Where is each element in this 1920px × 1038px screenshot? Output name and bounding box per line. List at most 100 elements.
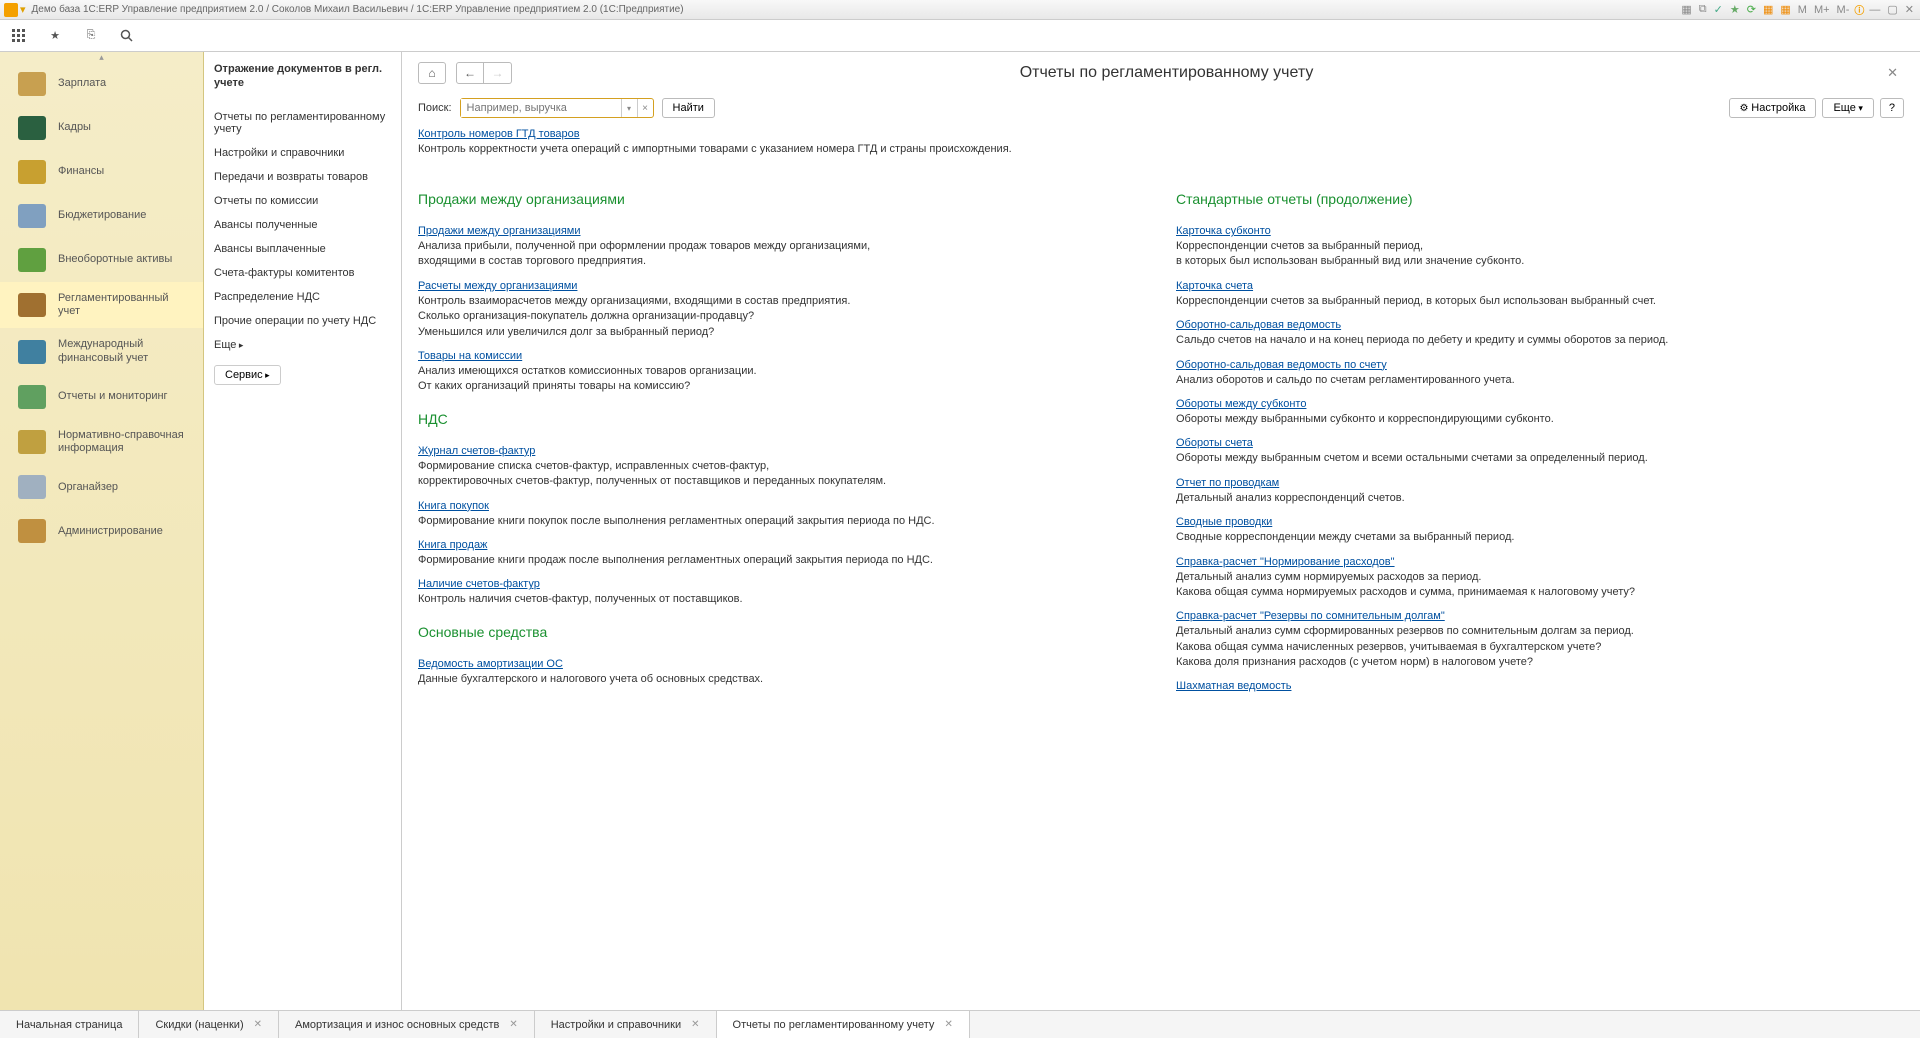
tb-icon-4[interactable]: ★ [1728,3,1742,16]
report-link[interactable]: Продажи между организациями [418,225,581,237]
mem-m[interactable]: M [1796,4,1809,16]
report-link[interactable]: Справка-расчет "Нормирование расходов" [1176,556,1395,568]
sidebar-item-admin[interactable]: Администрирование [0,509,203,553]
sidebar-item-salary[interactable]: Зарплата [0,62,203,106]
report-link[interactable]: Наличие счетов-фактур [418,578,540,590]
info-icon[interactable]: ⓘ [1854,2,1864,17]
apps-icon[interactable] [10,27,28,45]
tab-close-icon[interactable]: ✕ [691,1019,699,1030]
search-icon[interactable] [118,27,136,45]
service-button[interactable]: Сервис [214,365,281,385]
sidebar-item-organizer[interactable]: Органайзер [0,465,203,509]
tb-icon-1[interactable]: ▦ [1679,3,1693,16]
sidebar-item-label: Международный финансовый учет [58,338,193,364]
report-link[interactable]: Оборотно-сальдовая ведомость [1176,319,1341,331]
subpanel-link[interactable]: Авансы выплаченные [214,237,391,261]
minimize-button[interactable]: — [1867,4,1882,16]
tb-icon-5[interactable]: ⟳ [1745,3,1758,16]
page-title: Отчеты по регламентированному учету [522,64,1811,82]
tb-icon-2[interactable]: ⧉ [1697,3,1709,16]
regulated-icon [18,293,46,317]
tab[interactable]: Амортизация и износ основных средств✕ [279,1011,535,1038]
sidebar-item-label: Кадры [58,121,91,134]
sidebar-item-intl[interactable]: Международный финансовый учет [0,328,203,374]
help-button[interactable]: ? [1880,98,1904,118]
sidebar-item-reports[interactable]: Отчеты и мониторинг [0,375,203,419]
report-link[interactable]: Обороты счета [1176,437,1253,449]
section-title: Продажи между организациями [418,191,1146,207]
report-link[interactable]: Книга продаж [418,539,487,551]
sidebar-collapse[interactable]: ▴ [0,52,203,62]
mem-mplus[interactable]: M+ [1812,4,1832,16]
tab[interactable]: Настройки и справочники✕ [535,1011,717,1038]
tab[interactable]: Начальная страница [0,1011,139,1038]
sidebar-item-label: Бюджетирование [58,209,146,222]
report-link[interactable]: Журнал счетов-фактур [418,445,535,457]
sidebar-item-finance[interactable]: Финансы [0,150,203,194]
report-link[interactable]: Товары на комиссии [418,350,522,362]
mem-mminus[interactable]: M- [1835,4,1852,16]
report-desc: Формирование списка счетов-фактур, испра… [418,459,1146,490]
subpanel-link[interactable]: Передачи и возвраты товаров [214,165,391,189]
history-icon[interactable]: ⎘ [82,27,100,45]
subpanel-link[interactable]: Прочие операции по учету НДС [214,309,391,333]
favorites-icon[interactable]: ★ [46,27,64,45]
sidebar-item-budget[interactable]: Бюджетирование [0,194,203,238]
close-button[interactable]: ✕ [1903,3,1916,16]
sidebar-item-regulated[interactable]: Регламентированный учет [0,282,203,328]
forward-button[interactable]: → [484,62,512,84]
report-link[interactable]: Справка-расчет "Резервы по сомнительным … [1176,610,1445,622]
bottom-tabs: Начальная страницаСкидки (наценки)✕Аморт… [0,1010,1920,1038]
app-icon [4,3,18,17]
sidebar-item-label: Зарплата [58,77,106,90]
search-label: Поиск: [418,102,452,114]
report-link[interactable]: Оборотно-сальдовая ведомость по счету [1176,359,1387,371]
subpanel: Отражение документов в регл. учете Отчет… [204,52,402,1010]
search-dropdown-icon[interactable]: ▾ [621,99,637,117]
subpanel-more[interactable]: Еще [214,333,391,357]
tab-close-icon[interactable]: ✕ [254,1019,262,1030]
report-link[interactable]: Обороты между субконто [1176,398,1306,410]
subpanel-link[interactable]: Распределение НДС [214,285,391,309]
report-link[interactable]: Ведомость амортизации ОС [418,658,563,670]
close-panel-button[interactable]: ✕ [1881,65,1904,81]
report-link[interactable]: Расчеты между организациями [418,280,577,292]
search-clear-icon[interactable]: × [637,99,653,117]
sidebar-item-hr[interactable]: Кадры [0,106,203,150]
subpanel-link[interactable]: Авансы полученные [214,213,391,237]
subpanel-link[interactable]: Настройки и справочники [214,141,391,165]
titlebar-actions: ▦ ⧉ ✓ ★ ⟳ ▦ ▦ M M+ M- ⓘ — ▢ ✕ [1679,2,1916,17]
report-link[interactable]: Карточка счета [1176,280,1253,292]
tab[interactable]: Отчеты по регламентированному учету✕ [717,1011,970,1038]
home-button[interactable]: ⌂ [418,62,446,84]
tb-icon-6[interactable]: ▦ [1761,3,1775,16]
report-desc: Контроль наличия счетов-фактур, полученн… [418,592,1146,607]
sidebar-item-refs[interactable]: Нормативно-справочная информация [0,419,203,465]
subpanel-link[interactable]: Счета-фактуры комитентов [214,261,391,285]
report-link[interactable]: Отчет по проводкам [1176,477,1279,489]
tb-icon-7[interactable]: ▦ [1778,3,1792,16]
report-desc: Обороты между выбранным счетом и всеми о… [1176,451,1904,466]
report-link[interactable]: Карточка субконто [1176,225,1271,237]
settings-button[interactable]: Настройка [1729,98,1817,118]
sidebar-item-assets[interactable]: Внеоборотные активы [0,238,203,282]
sidebar-item-label: Нормативно-справочная информация [58,429,193,455]
report-link[interactable]: Шахматная ведомость [1176,680,1291,692]
subpanel-link[interactable]: Отчеты по комиссии [214,189,391,213]
report-desc: Данные бухгалтерского и налогового учета… [418,672,1146,687]
find-button[interactable]: Найти [662,98,715,118]
subpanel-link[interactable]: Отчеты по регламентированному учету [214,105,391,141]
tb-icon-3[interactable]: ✓ [1712,3,1725,16]
more-button[interactable]: Еще [1822,98,1873,118]
dropdown-icon[interactable]: ▾ [20,3,26,17]
intro-link[interactable]: Контроль номеров ГТД товаров [418,128,580,140]
tab[interactable]: Скидки (наценки)✕ [139,1011,279,1038]
maximize-button[interactable]: ▢ [1885,3,1899,16]
back-button[interactable]: ← [456,62,484,84]
report-link[interactable]: Книга покупок [418,500,489,512]
report-link[interactable]: Сводные проводки [1176,516,1272,528]
tab-close-icon[interactable]: ✕ [509,1019,517,1030]
sidebar-item-label: Регламентированный учет [58,292,193,318]
search-input[interactable] [461,99,621,117]
tab-close-icon[interactable]: ✕ [944,1019,952,1030]
